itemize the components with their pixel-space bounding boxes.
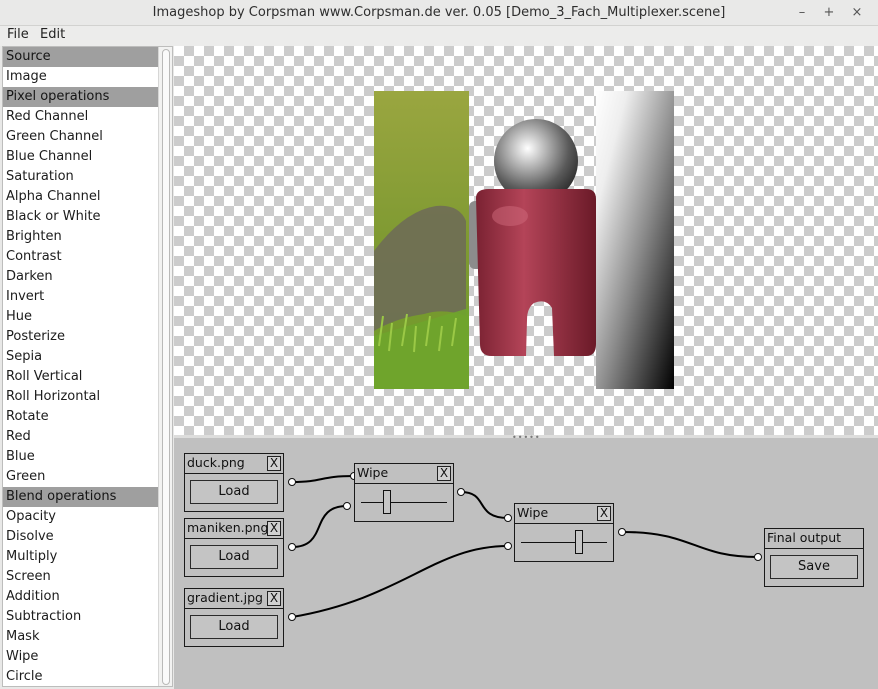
operation-item-blue-channel[interactable]: Blue Channel [3, 147, 159, 167]
node-gradient-body: Load [185, 608, 283, 646]
maniken-image [469, 119, 596, 356]
node-wipe2-output-port[interactable] [618, 528, 626, 536]
operation-item-saturation[interactable]: Saturation [3, 167, 159, 187]
node-gradient-close-button[interactable]: X [267, 591, 281, 606]
node-wipe1-output-port[interactable] [457, 488, 465, 496]
operation-item-subtraction[interactable]: Subtraction [3, 607, 159, 627]
operation-item-alpha-channel[interactable]: Alpha Channel [3, 187, 159, 207]
operation-item-green[interactable]: Green [3, 467, 159, 487]
operation-item-mask[interactable]: Mask [3, 627, 159, 647]
node-wipe1-body [355, 483, 453, 521]
node-maniken-image[interactable]: maniken.png X Load [184, 518, 284, 577]
preview-composite-image [374, 91, 674, 389]
operation-item-posterize[interactable]: Posterize [3, 327, 159, 347]
operations-list: Source Image Pixel operations Red Channel Gr… [2, 46, 173, 687]
operation-item-image[interactable]: Image [3, 67, 159, 87]
node-maniken-title: maniken.png [187, 520, 269, 535]
node-wipe2-slider-track [521, 542, 607, 543]
operation-item-multiply[interactable]: Multiply [3, 547, 159, 567]
close-button[interactable]: × [847, 3, 867, 23]
node-duck-image[interactable]: duck.png X Load [184, 453, 284, 512]
operation-item-blue[interactable]: Blue [3, 447, 159, 467]
operation-item-roll-vertical[interactable]: Roll Vertical [3, 367, 159, 387]
menu-edit[interactable]: Edit [40, 27, 65, 42]
node-gradient-title: gradient.jpg [187, 590, 263, 605]
node-wipe-2[interactable]: Wipe X [514, 503, 614, 562]
node-wipe2-close-button[interactable]: X [597, 506, 611, 521]
wire-duck-to-wipe1 [291, 475, 355, 483]
operation-item-red[interactable]: Red [3, 427, 159, 447]
operation-item-roll-horizontal[interactable]: Roll Horizontal [3, 387, 159, 407]
operation-item-opacity[interactable]: Opacity [3, 507, 159, 527]
node-gradient-image[interactable]: gradient.jpg X Load [184, 588, 284, 647]
node-wipe1-slider-track [361, 502, 447, 503]
wire-maniken-to-wipe1 [291, 505, 348, 548]
operation-item-green-channel[interactable]: Green Channel [3, 127, 159, 147]
category-header-pixel-operations: Pixel operations [3, 87, 159, 107]
operations-scrollbar[interactable] [158, 47, 172, 686]
node-duck-load-button[interactable]: Load [190, 480, 278, 504]
operation-item-darken[interactable]: Darken [3, 267, 159, 287]
gradient-image-strip [596, 91, 674, 389]
node-graph-editor[interactable]: duck.png X Load maniken.png X Load gradi… [174, 438, 878, 689]
category-header-source: Source [3, 47, 159, 67]
operation-item-red-channel[interactable]: Red Channel [3, 107, 159, 127]
maximize-button[interactable]: + [819, 3, 839, 23]
operation-item-addition[interactable]: Addition [3, 587, 159, 607]
node-duck-output-port[interactable] [288, 478, 296, 486]
operation-item-brighten[interactable]: Brighten [3, 227, 159, 247]
node-wipe1-input-b-port[interactable] [343, 502, 351, 510]
operation-item-contrast[interactable]: Contrast [3, 247, 159, 267]
node-final-title: Final output [767, 530, 842, 545]
node-maniken-close-button[interactable]: X [267, 521, 281, 536]
category-header-blend-operations: Blend operations [3, 487, 159, 507]
title-bar: Imageshop by Corpsman www.Corpsman.de ve… [0, 0, 878, 26]
operation-item-black-or-white[interactable]: Black or White [3, 207, 159, 227]
node-wipe2-input-b-port[interactable] [504, 542, 512, 550]
wire-wipe1-to-wipe2 [460, 491, 509, 519]
wire-wipe2-to-final [622, 531, 759, 558]
node-duck-body: Load [185, 473, 283, 511]
operations-list-items: Source Image Pixel operations Red Channel Gr… [3, 47, 159, 686]
operation-item-sepia[interactable]: Sepia [3, 347, 159, 367]
operation-item-wipe[interactable]: Wipe [3, 647, 159, 667]
operations-scrollbar-thumb[interactable] [162, 49, 170, 685]
wire-gradient-to-wipe2 [291, 545, 509, 618]
node-maniken-output-port[interactable] [288, 543, 296, 551]
node-final-input-port[interactable] [754, 553, 762, 561]
node-wipe2-input-a-port[interactable] [504, 514, 512, 522]
minimize-button[interactable]: – [792, 3, 812, 23]
operation-item-disolve[interactable]: Disolve [3, 527, 159, 547]
node-maniken-body: Load [185, 538, 283, 576]
operation-item-rotate[interactable]: Rotate [3, 407, 159, 427]
node-final-output[interactable]: Final output Save [764, 528, 864, 587]
node-duck-title: duck.png [187, 455, 245, 470]
node-gradient-load-button[interactable]: Load [190, 615, 278, 639]
node-gradient-output-port[interactable] [288, 613, 296, 621]
operation-item-invert[interactable]: Invert [3, 287, 159, 307]
node-final-save-button[interactable]: Save [770, 555, 858, 579]
node-wipe2-title: Wipe [517, 505, 549, 520]
node-wipe2-body [515, 523, 613, 561]
menu-file[interactable]: File [7, 27, 29, 42]
node-final-body: Save [765, 548, 863, 586]
node-wipe1-title: Wipe [357, 465, 389, 480]
window-title: Imageshop by Corpsman www.Corpsman.de ve… [152, 5, 726, 20]
node-wipe-1[interactable]: Wipe X [354, 463, 454, 522]
node-duck-close-button[interactable]: X [267, 456, 281, 471]
node-wipe2-slider-handle[interactable] [574, 530, 583, 554]
operation-item-screen[interactable]: Screen [3, 567, 159, 587]
duck-image-strip [374, 91, 469, 389]
node-wipe1-slider-handle[interactable] [382, 490, 391, 514]
image-preview [174, 46, 878, 435]
operation-item-hue[interactable]: Hue [3, 307, 159, 327]
menu-bar: File Edit [0, 26, 878, 46]
node-maniken-load-button[interactable]: Load [190, 545, 278, 569]
operation-item-circle[interactable]: Circle [3, 667, 159, 686]
node-wipe1-close-button[interactable]: X [437, 466, 451, 481]
